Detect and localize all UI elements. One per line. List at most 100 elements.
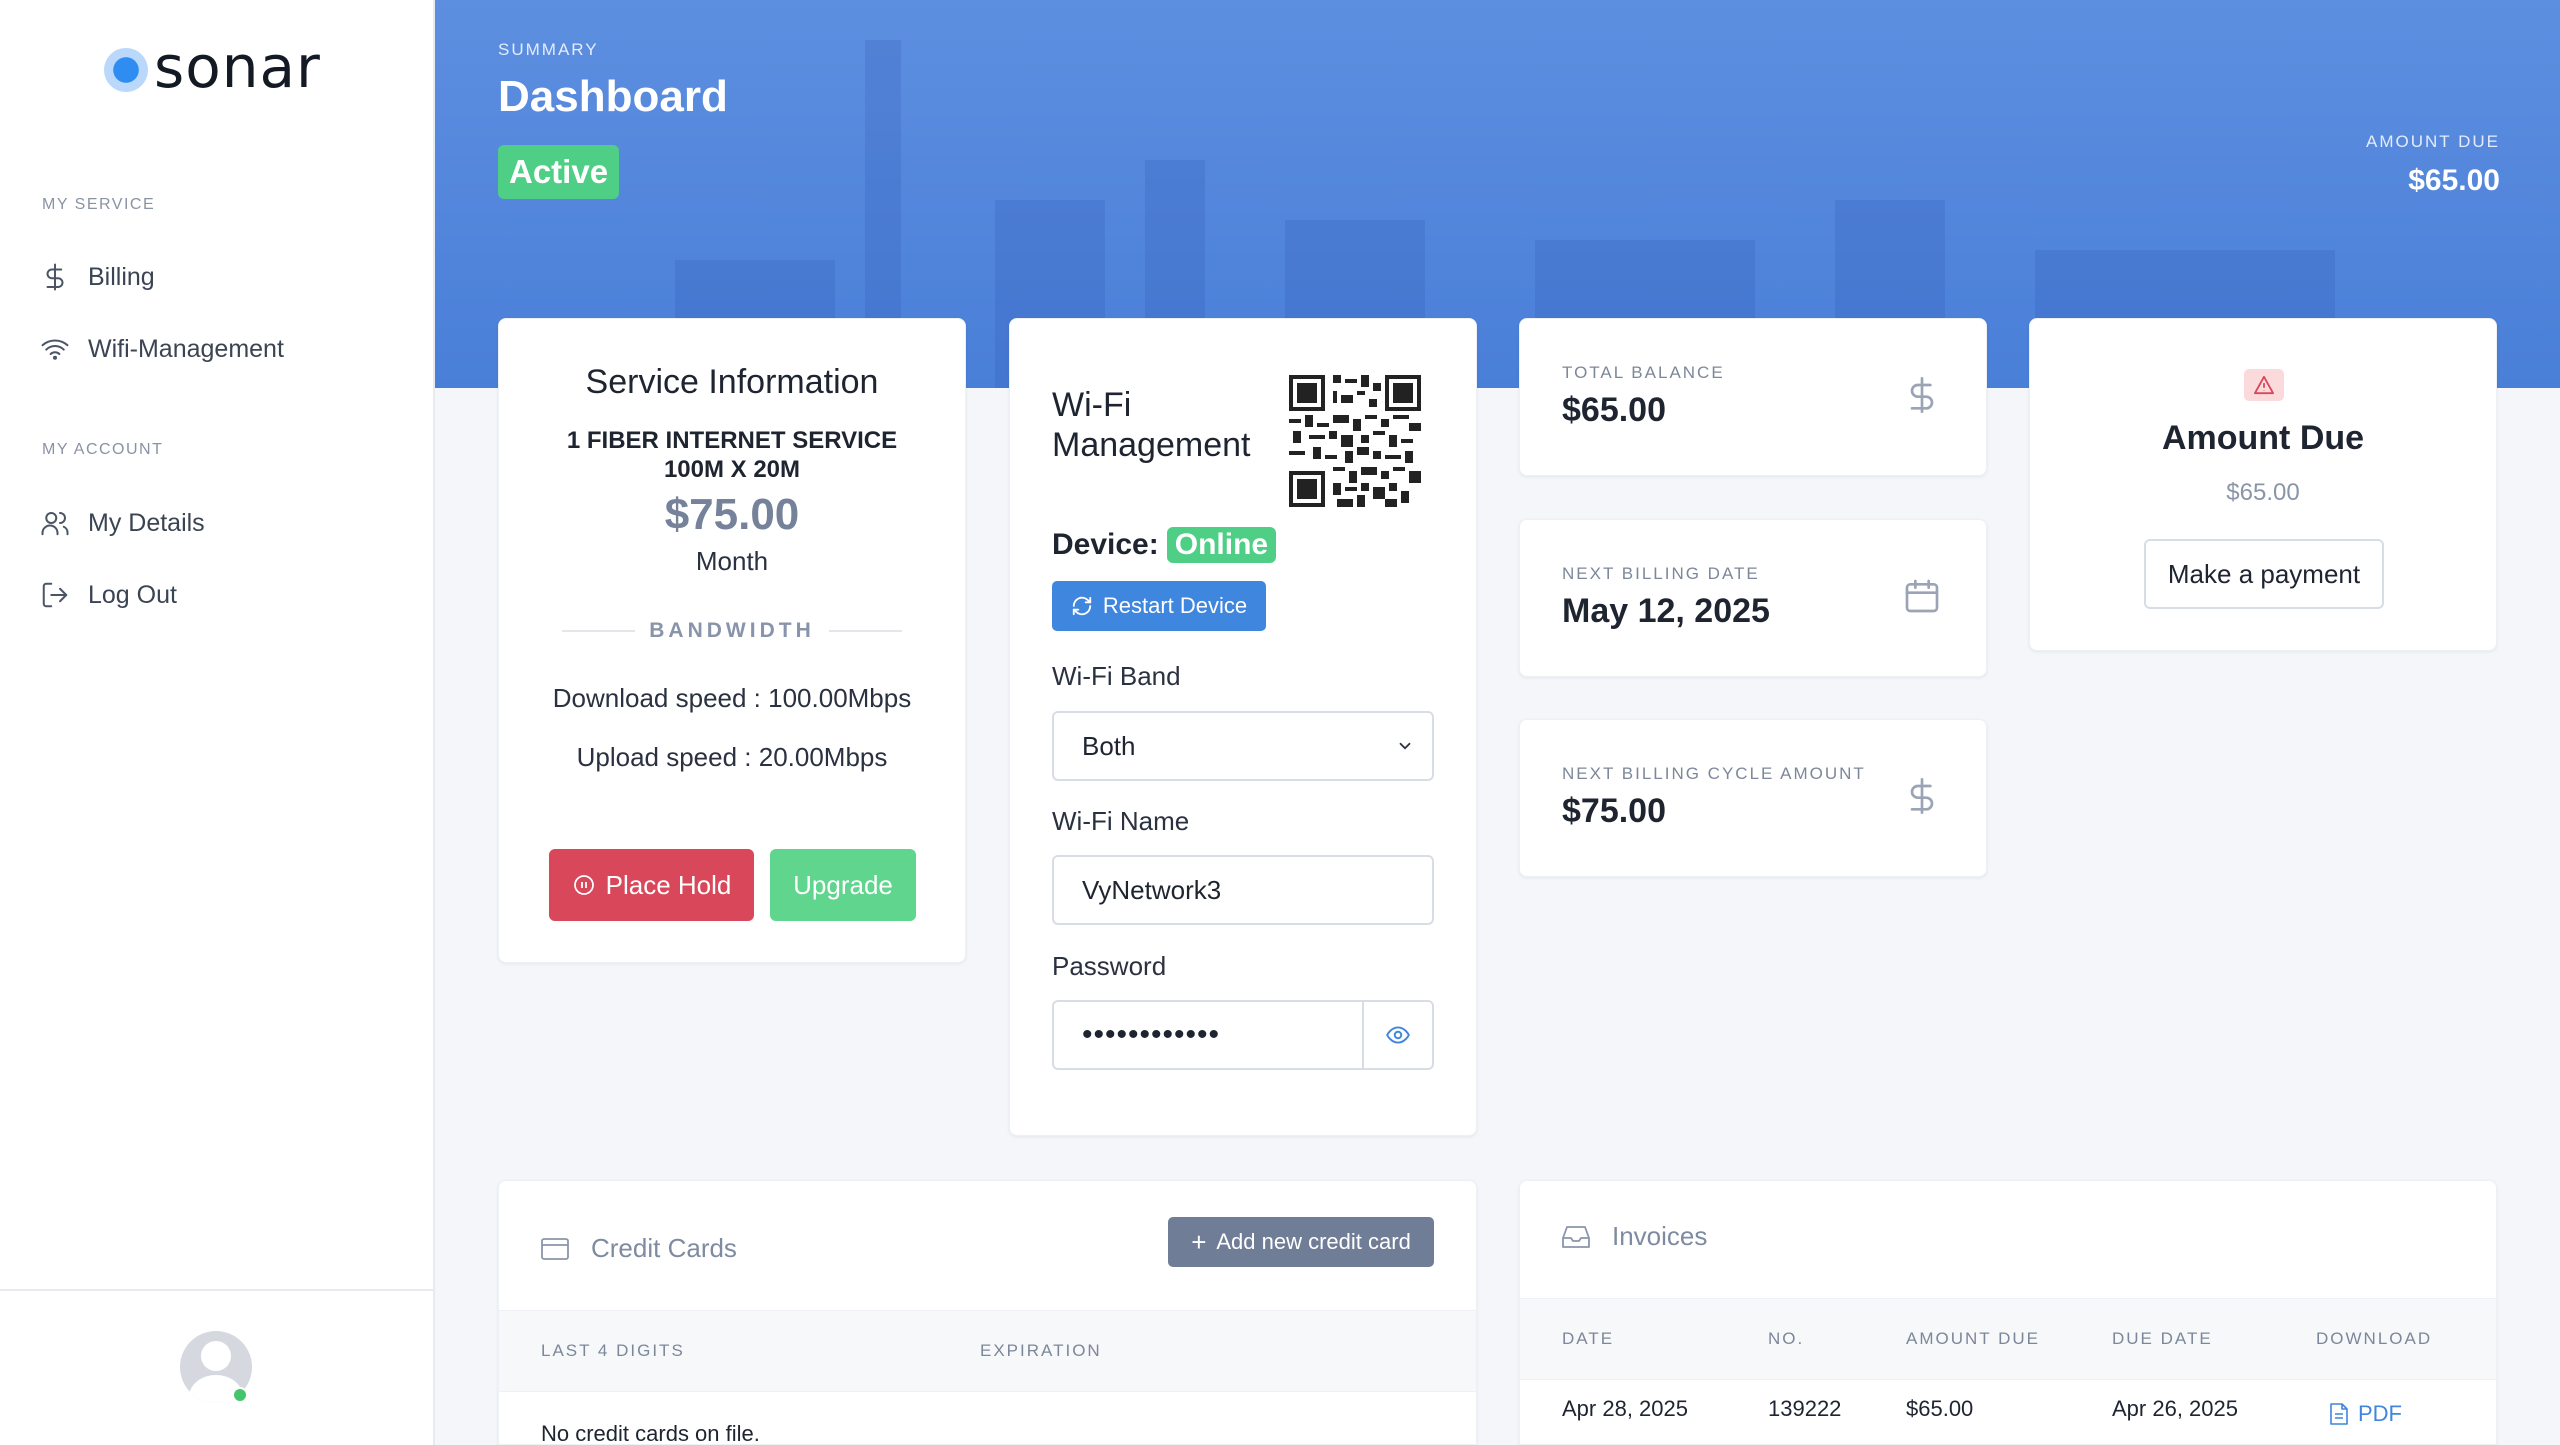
status-badge: Active	[498, 145, 620, 199]
plan-line: 1 FIBER INTERNET SERVICE	[566, 427, 898, 454]
invoice-number: 139222	[1768, 1396, 1842, 1421]
column-header: AMOUNT DUE	[1906, 1329, 2040, 1348]
credit-card-icon	[541, 1237, 569, 1260]
sidebar-item-wifi-management[interactable]: Wifi-Management	[40, 334, 284, 364]
service-information-card: Service Information 1 FIBER INTERNET SER…	[498, 318, 966, 963]
chevron-down-icon	[1399, 742, 1411, 750]
wifi-band-value: Both	[1082, 730, 1136, 761]
bandwidth-label: BANDWIDTH	[649, 619, 815, 642]
wifi-band-label: Wi-Fi Band	[1052, 661, 1181, 691]
sidebar-item-label: Log Out	[88, 580, 177, 609]
eye-icon	[1386, 1026, 1410, 1044]
pause-circle-icon	[573, 875, 594, 895]
calendar-icon	[1905, 579, 1939, 613]
card-title: Wi-Fi Management	[1052, 386, 1251, 464]
place-hold-button[interactable]: Place Hold	[549, 849, 754, 921]
column-header: DUE DATE	[2112, 1329, 2213, 1348]
password-value: ••••••••••••	[1082, 1018, 1221, 1051]
download-speed: Download speed : 100.00Mbps	[552, 683, 912, 713]
plan-line: 100M X 20M	[663, 456, 801, 483]
download-label: PDF	[2358, 1401, 2402, 1426]
invoice-date: Apr 28, 2025	[1562, 1396, 1688, 1421]
warning-icon	[2244, 369, 2284, 401]
show-password-button[interactable]	[1362, 1002, 1432, 1068]
upload-speed: Upload speed : 20.00Mbps	[576, 742, 888, 772]
sidebar-item-billing[interactable]: Billing	[40, 262, 155, 292]
sidebar-item-label: My Details	[88, 508, 205, 537]
button-label: Make a payment	[2167, 558, 2361, 589]
password-field[interactable]: ••••••••••••	[1052, 1000, 1434, 1070]
column-header: LAST 4 DIGITS	[541, 1341, 685, 1360]
invoice-due-date: Apr 26, 2025	[2112, 1396, 2238, 1421]
credit-cards-panel: Credit Cards + Add new credit card LAST …	[498, 1180, 1477, 1445]
invoices-panel: Invoices DATE NO. AMOUNT DUE DUE DATE DO…	[1519, 1180, 2497, 1445]
button-label: Place Hold	[605, 869, 732, 900]
restart-device-button[interactable]: Restart Device	[1052, 581, 1266, 631]
stat-label: NEXT BILLING CYCLE AMOUNT	[1562, 764, 1866, 783]
qr-code-icon[interactable]	[1289, 375, 1421, 507]
plan-price: $75.00	[664, 490, 800, 539]
add-credit-card-button[interactable]: + Add new credit card	[1168, 1217, 1434, 1267]
wifi-band-select[interactable]: Both	[1052, 711, 1434, 781]
card-title: Service Information	[585, 363, 879, 401]
sidebar-item-my-details[interactable]: My Details	[40, 508, 205, 538]
bandwidth-divider: BANDWIDTH	[562, 619, 902, 643]
stat-value: $65.00	[1562, 391, 1666, 429]
users-icon	[41, 512, 69, 536]
total-balance-card: TOTAL BALANCE $65.00	[1519, 318, 1987, 476]
avatar-head-shape	[201, 1341, 231, 1371]
stat-label: NEXT BILLING DATE	[1562, 564, 1760, 583]
password-label: Password	[1052, 951, 1167, 981]
amount-due-card: Amount Due $65.00 Make a payment	[2029, 318, 2497, 651]
logo-wordmark: sonar	[154, 33, 321, 101]
page-title: Dashboard	[498, 72, 728, 121]
stat-value: $75.00	[1562, 792, 1666, 830]
nav-section-my-service: MY SERVICE	[42, 196, 156, 213]
button-label: Upgrade	[793, 869, 893, 900]
column-header: NO.	[1768, 1329, 1805, 1348]
sidebar-footer	[0, 1289, 433, 1445]
button-label: Add new credit card	[1216, 1229, 1411, 1254]
device-status: Device: Online	[1052, 527, 1277, 563]
sidebar-item-label: Billing	[88, 262, 155, 291]
wifi-name-label: Wi-Fi Name	[1052, 806, 1190, 836]
stat-value: May 12, 2025	[1562, 592, 1770, 630]
empty-state-text: No credit cards on file.	[541, 1421, 760, 1445]
button-label: Restart Device	[1102, 593, 1248, 618]
panel-title: Invoices	[1612, 1221, 1708, 1251]
logout-icon	[42, 582, 68, 608]
plus-icon: +	[1191, 1227, 1207, 1257]
credit-cards-header: Credit Cards	[541, 1233, 737, 1264]
next-billing-cycle-card: NEXT BILLING CYCLE AMOUNT $75.00	[1519, 719, 1987, 877]
make-payment-button[interactable]: Make a payment	[2144, 539, 2384, 609]
plan-name: 1 FIBER INTERNET SERVICE 100M X 20M	[499, 426, 965, 484]
wifi-name-field[interactable]: VyNetwork3	[1052, 855, 1434, 925]
device-status-badge: Online	[1166, 527, 1277, 563]
dollar-icon	[1910, 778, 1934, 814]
download-pdf-link[interactable]: PDF	[2330, 1401, 2402, 1427]
wifi-icon	[41, 339, 69, 360]
sidebar-item-label: Wifi-Management	[88, 334, 284, 363]
column-header: EXPIRATION	[980, 1341, 1102, 1360]
upgrade-button[interactable]: Upgrade	[770, 849, 916, 921]
amount-due-label: AMOUNT DUE	[2366, 132, 2500, 151]
refresh-icon	[1072, 596, 1092, 616]
online-status-indicator	[232, 1387, 248, 1403]
invoice-amount: $65.00	[1906, 1396, 1974, 1421]
stat-label: TOTAL BALANCE	[1562, 363, 1725, 382]
wifi-name-value: VyNetwork3	[1082, 874, 1222, 905]
document-icon	[2330, 1403, 2348, 1425]
card-title: Amount Due	[2161, 419, 2365, 457]
logo-mark-icon	[104, 48, 148, 92]
sonar-logo[interactable]: sonar	[104, 38, 321, 96]
column-header: DATE	[1562, 1329, 1615, 1348]
dollar-icon	[1910, 377, 1934, 413]
column-header: DOWNLOAD	[2316, 1329, 2433, 1348]
dollar-icon	[46, 263, 64, 291]
sidebar-item-log-out[interactable]: Log Out	[40, 580, 177, 610]
wifi-management-card: Wi-Fi Management Device: Online Restart …	[1009, 318, 1477, 1136]
amount-due-value: $65.00	[2226, 479, 2300, 506]
sidebar: sonar MY SERVICE Billing Wifi-Management…	[0, 0, 435, 1445]
credit-cards-table-header: LAST 4 DIGITS EXPIRATION	[499, 1310, 1476, 1392]
next-billing-date-card: NEXT BILLING DATE May 12, 2025	[1519, 519, 1987, 677]
